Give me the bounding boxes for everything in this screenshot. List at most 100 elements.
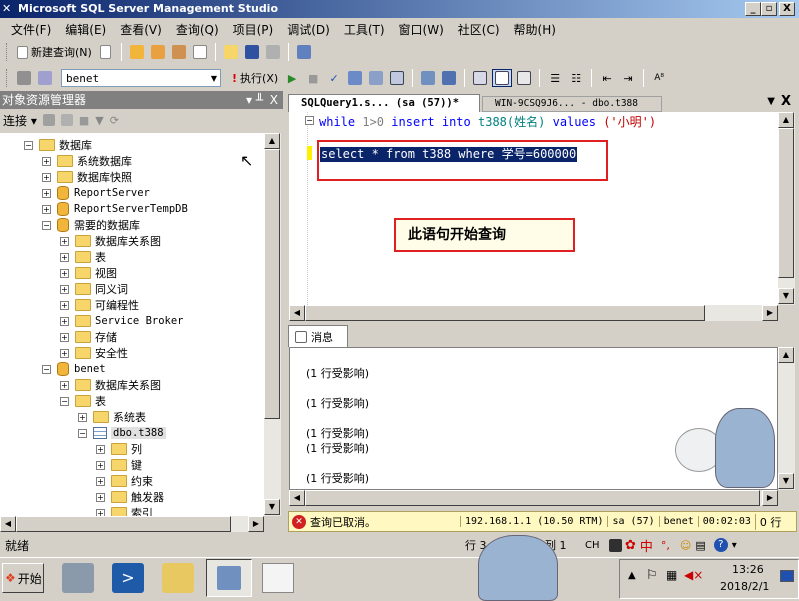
tree-node[interactable]: + 视图 [60, 265, 117, 281]
tab-dbo-t388[interactable]: WIN-9CSQ9J6... - dbo.t388 [482, 96, 662, 112]
xml-query-button[interactable] [170, 43, 188, 61]
menu-project[interactable]: 项目(P) [226, 21, 281, 38]
collapse-icon[interactable]: − [305, 116, 314, 125]
tree-node[interactable]: + ReportServer [42, 185, 150, 201]
tree-node[interactable]: + 列 [96, 441, 142, 457]
menu-edit[interactable]: 编辑(E) [58, 21, 113, 38]
expand-icon[interactable]: + [42, 188, 51, 198]
connect-dropdown[interactable]: 连接 ▾ [3, 112, 37, 129]
menu-tools[interactable]: 工具(T) [337, 21, 392, 38]
intellisense-button[interactable] [388, 69, 406, 87]
explorer-icon[interactable] [162, 563, 194, 593]
tree-vertical-scrollbar[interactable]: ▲ ▼ [264, 133, 281, 516]
scroll-down-arrow[interactable]: ▼ [778, 288, 794, 304]
analysis-query-button[interactable] [149, 43, 167, 61]
tree-node[interactable]: + Service Broker [60, 313, 184, 329]
scroll-down-arrow[interactable]: ▼ [264, 499, 280, 515]
expand-icon[interactable]: + [60, 268, 69, 278]
scroll-down-arrow[interactable]: ▼ [778, 473, 794, 489]
results-to-grid-button[interactable] [492, 69, 513, 87]
ssms-task-button[interactable] [206, 559, 252, 597]
expand-icon[interactable]: + [42, 172, 51, 182]
tree-node[interactable]: + 系统数据库 [42, 153, 132, 169]
connect-button[interactable] [15, 69, 33, 87]
collapse-icon[interactable]: − [78, 428, 87, 438]
maximize-button[interactable]: ▫ [761, 2, 777, 16]
tree-node[interactable]: + 索引 [96, 505, 153, 516]
save-button[interactable] [243, 43, 261, 61]
expand-icon[interactable]: + [96, 492, 105, 502]
tree-node[interactable]: + ReportServerTempDB [42, 201, 188, 217]
scroll-right-arrow[interactable]: ▶ [762, 490, 778, 506]
open-button[interactable] [222, 43, 240, 61]
scroll-left-arrow[interactable]: ◀ [289, 305, 305, 321]
debug-button[interactable]: ▶ [283, 69, 301, 87]
tree-node[interactable]: + 键 [96, 457, 142, 473]
tree-node[interactable]: + 可编程性 [60, 297, 139, 313]
scroll-thumb[interactable] [778, 128, 794, 278]
expand-icon[interactable]: + [78, 412, 87, 422]
tree-node[interactable]: + 数据库关系图 [60, 233, 161, 249]
clock-date[interactable]: 2018/2/1 [720, 580, 769, 593]
tree-node[interactable]: + 系统表 [78, 409, 146, 425]
tree-node[interactable]: + 触发器 [96, 489, 164, 505]
tree-node[interactable]: + 安全性 [60, 345, 128, 361]
powershell-icon[interactable]: > [112, 563, 144, 593]
scroll-right-arrow[interactable]: ▶ [248, 516, 264, 532]
filter-icon[interactable]: ▼ [95, 114, 103, 127]
mobile-query-button[interactable] [191, 43, 209, 61]
close-button[interactable]: X [779, 2, 795, 16]
include-plan-button[interactable] [419, 69, 437, 87]
tree-node[interactable]: + 存储 [60, 329, 117, 345]
scroll-thumb[interactable] [16, 516, 231, 532]
editor-horizontal-scrollbar[interactable]: ◀ ▶ [289, 305, 778, 321]
scroll-right-arrow[interactable]: ▶ [762, 305, 778, 321]
scroll-left-arrow[interactable]: ◀ [289, 490, 305, 506]
expand-icon[interactable]: + [42, 204, 51, 214]
change-connection-button[interactable] [36, 69, 54, 87]
tab-list-dropdown[interactable]: ▼ [767, 96, 775, 107]
sql-editor[interactable]: − while 1>0 insert into t388(姓名) values … [289, 112, 778, 305]
menu-view[interactable]: 查看(V) [113, 21, 169, 38]
database-select[interactable]: benet ▼ [61, 69, 221, 87]
refresh-icon[interactable]: ⟳ [110, 114, 119, 127]
show-desktop-icon[interactable] [780, 570, 794, 582]
disconnect-icon[interactable] [60, 114, 73, 126]
activity-monitor-button[interactable] [295, 43, 313, 61]
expand-icon[interactable]: + [60, 380, 69, 390]
tree-node[interactable]: − 数据库 [24, 137, 92, 153]
connect-icon[interactable] [42, 114, 55, 126]
specify-values-button[interactable]: A⁸ [650, 69, 668, 87]
start-button[interactable]: ❖ 开始 [2, 563, 44, 593]
ime-punct-icon[interactable]: °, [661, 539, 670, 552]
expand-icon[interactable]: + [96, 444, 105, 454]
expand-icon[interactable]: + [96, 476, 105, 486]
tab-messages[interactable]: 消息 [288, 325, 348, 347]
tree-node[interactable]: + 同义词 [60, 281, 128, 297]
close-document-button[interactable]: X [781, 94, 791, 109]
tree-node[interactable]: − dbo.t388 [78, 425, 166, 441]
messages-vertical-scrollbar[interactable]: ▲ ▼ [778, 347, 795, 490]
clock-time[interactable]: 13:26 [732, 563, 764, 576]
uncomment-button[interactable]: ☷ [567, 69, 585, 87]
minimize-button[interactable]: _ [745, 2, 761, 16]
scroll-thumb[interactable] [305, 305, 705, 321]
menu-help[interactable]: 帮助(H) [507, 21, 563, 38]
messages-horizontal-scrollbar[interactable]: ◀ ▶ [289, 490, 778, 506]
scroll-up-arrow[interactable]: ▲ [778, 112, 794, 128]
menu-query[interactable]: 查询(Q) [169, 21, 226, 38]
db-engine-query-button[interactable] [128, 43, 146, 61]
network-icon[interactable]: ▦ [666, 568, 677, 582]
tab-sqlquery1[interactable]: SQLQuery1.s... (sa (57))* [288, 94, 480, 112]
document-icon[interactable] [262, 563, 294, 593]
menu-file[interactable]: 文件(F) [4, 21, 58, 38]
editor-vertical-scrollbar[interactable]: ▲ ▼ [778, 112, 795, 305]
scroll-up-arrow[interactable]: ▲ [264, 133, 280, 149]
volume-muted-icon[interactable]: ◀× [684, 568, 703, 582]
tree-node[interactable]: − 需要的数据库 [42, 217, 140, 233]
expand-icon[interactable]: + [96, 508, 105, 516]
stop-icon[interactable]: ■ [79, 114, 89, 127]
menu-debug[interactable]: 调试(D) [280, 21, 337, 38]
client-stats-button[interactable] [440, 69, 458, 87]
tree-node[interactable]: + 数据库快照 [42, 169, 132, 185]
